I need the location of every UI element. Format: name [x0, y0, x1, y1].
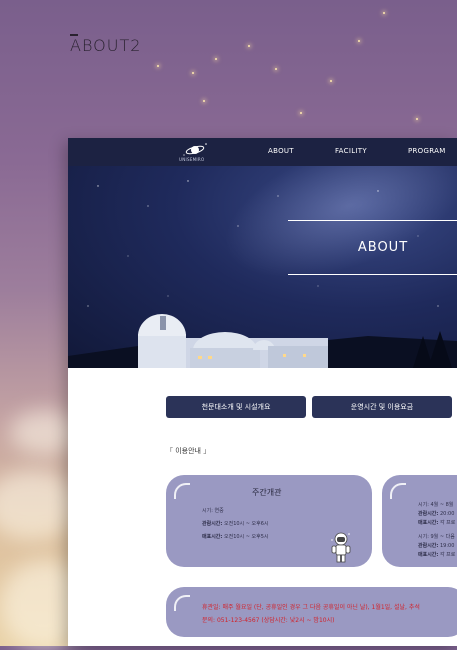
card-title: 주간개관: [252, 488, 282, 497]
weekly-hours-card: 주간개관 시기: 연중 관람시간: 오전10시 ~ 오후6시 매표시간: 오전1…: [166, 475, 372, 567]
nav-item-about[interactable]: ABOUT: [268, 147, 294, 155]
card-gloss-icon: [174, 483, 190, 499]
night-ticket-1: 매표시간: 각 프로: [418, 520, 456, 526]
night-hours-card: 시기: 4월 ~ 8월 관람시간: 20:00 매표시간: 각 프로 시기: 9…: [382, 475, 457, 567]
hours-fees-button[interactable]: 운영시간 및 이용요금: [312, 396, 452, 418]
card-viewing-hours: 관람시간: 오전10시 ~ 오후6시: [202, 521, 269, 527]
closed-days-text: 휴관일: 매주 월요일 (단, 공휴일인 경우 그 다음 공휴일이 아닌 날),…: [202, 604, 420, 611]
observatory-illustration: [68, 180, 457, 368]
bracket-close: 」: [203, 447, 211, 455]
nav-item-program[interactable]: PROGRAM: [408, 147, 446, 155]
usage-info-label: 「 이용안내 」: [166, 446, 210, 456]
card-gloss-icon: [174, 595, 190, 611]
notice-card: 휴관일: 매주 월요일 (단, 공휴일인 경우 그 다음 공휴일이 아닌 날),…: [166, 587, 457, 637]
night-period-2: 시기: 9월 ~ 다음: [418, 534, 455, 540]
section-title: ABOUT2: [70, 34, 142, 55]
night-viewing-1: 관람시간: 20:00: [418, 511, 455, 517]
nav-bar: UNISEMIRO ABOUT FACILITY PROGRAM: [68, 138, 457, 166]
hero-banner: ABOUT: [68, 166, 457, 368]
nav-item-facility[interactable]: FACILITY: [335, 147, 367, 155]
contact-text: 문의: 051-123-4567 (상담시간: 낮2시 ~ 밤10시): [202, 617, 335, 624]
website-mockup: UNISEMIRO ABOUT FACILITY PROGRAM ABOUT 천…: [68, 138, 457, 646]
night-viewing-2: 관람시간: 19:00: [418, 543, 455, 549]
card-ticket-hours: 매표시간: 오전10시 ~ 오후5시: [202, 534, 269, 540]
astronaut-icon: [331, 532, 351, 563]
card-gloss-icon: [390, 483, 406, 499]
usage-info-text: 이용안내: [175, 447, 201, 455]
hero-line-bottom: [288, 274, 457, 275]
night-period-1: 시기: 4월 ~ 8월: [418, 502, 454, 508]
hero-title: ABOUT: [357, 240, 409, 255]
card-period: 시기: 연중: [202, 508, 224, 514]
hero-line-top: [288, 220, 457, 221]
night-ticket-2: 매표시간: 각 프로: [418, 552, 456, 558]
facility-overview-button[interactable]: 천문대소개 및 시설개요: [166, 396, 306, 418]
bracket-open: 「: [166, 447, 173, 455]
logo-text: UNISEMIRO: [179, 157, 205, 162]
